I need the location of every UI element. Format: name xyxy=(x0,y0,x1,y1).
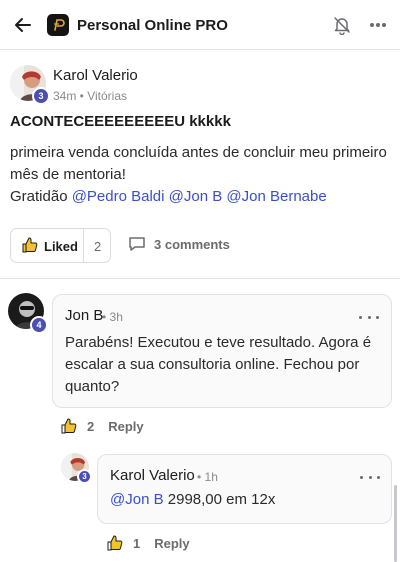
top-app-bar: Personal Online PRO xyxy=(0,0,400,50)
comment-actions: 1 Reply xyxy=(107,535,190,551)
more-options-icon[interactable] xyxy=(367,14,389,36)
mention-link[interactable]: @Jon B xyxy=(169,188,223,205)
post-category[interactable]: Vitórias xyxy=(87,89,127,103)
scrollbar[interactable] xyxy=(394,485,397,562)
post-body: primeira venda concluída antes de conclu… xyxy=(10,142,390,208)
thumbs-up-icon[interactable] xyxy=(61,418,77,434)
comment-author-name[interactable]: Jon B xyxy=(65,307,103,324)
level-badge: 4 xyxy=(30,316,48,334)
comment-text: Parabéns! Executou e teve resultado. Ago… xyxy=(65,334,372,395)
reply-button[interactable]: Reply xyxy=(108,419,143,434)
mention-link[interactable]: @Jon B xyxy=(110,491,164,508)
comment-more-icon[interactable] xyxy=(360,472,380,482)
mention-link[interactable]: @Jon Bernabe xyxy=(226,188,326,205)
comment-time: • 3h xyxy=(102,310,123,324)
like-count[interactable]: 2 xyxy=(94,239,101,254)
thumbs-up-icon xyxy=(22,237,38,253)
post-body-mentions-line: Gratidão @Pedro Baldi @Jon B @Jon Bernab… xyxy=(10,188,327,205)
comments-button[interactable]: 3 comments xyxy=(128,236,230,252)
comment-more-icon[interactable] xyxy=(359,312,379,322)
post-body-line: mês de mentoria! xyxy=(10,166,126,183)
like-button[interactable]: Liked 2 xyxy=(10,228,111,263)
level-badge: 3 xyxy=(77,469,92,484)
comment-text: @Jon B 2998,00 em 12x xyxy=(110,491,276,508)
post-body-line: primeira venda concluída antes de conclu… xyxy=(10,144,387,161)
comment-icon xyxy=(129,237,145,251)
comments-count: 3 comments xyxy=(154,236,230,252)
post-time: 34m xyxy=(53,89,77,103)
comment-like-count[interactable]: 2 xyxy=(87,419,94,434)
reply-bubble: Karol Valerio • 1h @Jon B 2998,00 em 12x xyxy=(97,454,392,524)
post-title: ACONTECEEEEEEEEEU kkkkk xyxy=(10,113,231,130)
thumbs-up-icon[interactable] xyxy=(107,535,123,551)
app-title: Personal Online PRO xyxy=(77,17,228,34)
comment-time: • 1h xyxy=(197,470,218,484)
post-author-name[interactable]: Karol Valerio xyxy=(53,67,138,84)
comment-like-count[interactable]: 1 xyxy=(133,536,140,551)
comment-author-name[interactable]: Karol Valerio xyxy=(110,467,195,484)
app-logo-icon xyxy=(47,14,69,36)
back-arrow-icon[interactable] xyxy=(10,12,36,38)
comment-actions: 2 Reply xyxy=(61,418,144,434)
reply-button[interactable]: Reply xyxy=(154,536,189,551)
post-meta: 34m • Vitórias xyxy=(53,89,128,103)
bell-off-icon[interactable] xyxy=(331,14,353,36)
comment-bubble: Jon B • 3h Parabéns! Executou e teve res… xyxy=(52,294,392,408)
level-badge: 3 xyxy=(32,87,50,105)
liked-label: Liked xyxy=(44,239,78,254)
divider xyxy=(0,278,400,279)
mention-link[interactable]: @Pedro Baldi xyxy=(72,188,165,205)
